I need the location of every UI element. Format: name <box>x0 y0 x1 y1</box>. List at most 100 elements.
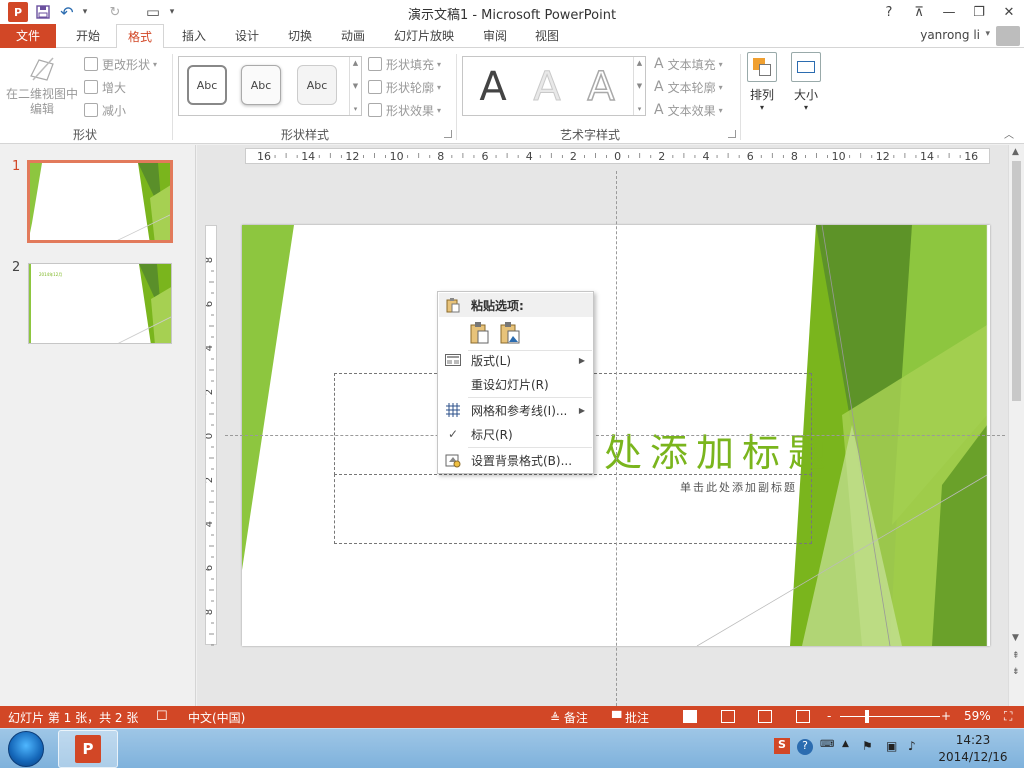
slide-sorter-icon[interactable] <box>721 710 735 723</box>
shape-style-swatch[interactable]: Abc <box>241 65 281 105</box>
normal-view-icon[interactable] <box>683 710 697 723</box>
user-name[interactable]: yanrong li <box>920 28 980 42</box>
zoom-slider-thumb[interactable] <box>865 710 870 723</box>
arrange-button[interactable]: 排列 ▾ <box>742 52 782 112</box>
menu-item-layout[interactable]: 版式(L) ▶ <box>439 348 593 372</box>
tab-review[interactable]: 审阅 <box>471 24 519 48</box>
text-effects-button[interactable]: A 文本效果 ▾ <box>654 100 723 120</box>
slide-editing-area[interactable]: 16 14 12 10 8 6 4 2 0 2 4 6 8 10 12 14 16 8 6 4 2 0 2 4 6 8 处添加标… <box>197 145 1008 706</box>
ribbon-display-options-button[interactable]: ⊼ <box>904 0 934 24</box>
dialog-launcher-icon[interactable] <box>728 130 736 138</box>
zoom-slider[interactable] <box>840 716 940 717</box>
menu-item-grid-and-guides[interactable]: 网格和参考线(I)... ▶ <box>439 398 593 422</box>
chevron-up-icon[interactable]: ▲ <box>353 59 358 67</box>
user-dropdown-icon[interactable]: ▾ <box>985 29 990 39</box>
start-button-icon[interactable] <box>8 731 44 767</box>
edit-in-2d-button[interactable]: 在二维视图中编辑 <box>4 54 80 117</box>
powerpoint-app-icon[interactable]: P <box>8 2 28 22</box>
paste-use-destination-theme-button[interactable] <box>468 320 492 346</box>
shape-effects-button[interactable]: 形状效果 ▾ <box>368 100 441 120</box>
collapse-ribbon-icon[interactable]: ︿ <box>1004 126 1014 141</box>
menu-item-ruler[interactable]: ✓ 标尺(R) <box>439 422 593 446</box>
vertical-scrollbar[interactable]: ▲ ▼ ⇞ ⇟ <box>1008 145 1024 706</box>
restore-button[interactable]: ❐ <box>964 0 994 24</box>
tab-transitions[interactable]: 切换 <box>276 24 324 48</box>
action-center-flag-icon[interactable]: ⚑ <box>862 739 873 753</box>
tab-view[interactable]: 视图 <box>523 24 571 48</box>
scroll-up-icon[interactable]: ▲ <box>1012 147 1019 157</box>
gallery-scroll[interactable]: ▲ ▼ ▾ <box>349 57 361 115</box>
zoom-level[interactable]: 59% <box>964 709 991 723</box>
chevron-down-icon[interactable]: ▼ <box>637 82 642 90</box>
slideshow-icon[interactable] <box>796 710 810 723</box>
zoom-in-button[interactable]: + <box>941 709 951 723</box>
minimize-button[interactable]: — <box>934 0 964 24</box>
text-fill-button[interactable]: A 文本填充 ▾ <box>654 54 723 74</box>
shape-style-swatch[interactable]: Abc <box>187 65 227 105</box>
wordart-style[interactable]: A <box>469 63 517 111</box>
system-clock[interactable]: 14:23 2014/12/16 <box>928 732 1018 766</box>
slide-thumbnail-2[interactable]: 2014年12月 <box>28 263 172 344</box>
save-icon[interactable] <box>32 1 54 23</box>
more-icon[interactable]: ▾ <box>638 105 642 113</box>
shape-styles-gallery[interactable]: Abc Abc Abc ▲ ▼ ▾ <box>178 56 362 116</box>
notes-button[interactable]: ≜ 备注 <box>550 709 588 726</box>
close-button[interactable]: ✕ <box>994 0 1024 24</box>
network-icon[interactable]: ▣ <box>886 739 897 753</box>
shape-outline-button[interactable]: 形状轮廓 ▾ <box>368 77 441 97</box>
slide-thumbnail-1[interactable] <box>27 160 173 243</box>
volume-icon[interactable]: ♪ <box>908 739 916 753</box>
size-button[interactable]: 大小 ▾ <box>786 52 826 112</box>
shape-fill-button[interactable]: 形状填充 ▾ <box>368 54 441 74</box>
avatar[interactable] <box>996 26 1020 46</box>
chevron-down-icon[interactable]: ▼ <box>353 82 358 90</box>
slide-subtitle-text[interactable]: 单击此处添加副标题 <box>680 479 797 495</box>
wordart-style[interactable]: A <box>577 63 625 111</box>
horizontal-ruler[interactable]: 16 14 12 10 8 6 4 2 0 2 4 6 8 10 12 14 16 <box>245 148 990 164</box>
help-button[interactable]: ? <box>874 0 904 24</box>
tab-format[interactable]: 格式 <box>116 24 164 49</box>
taskbar-powerpoint-button[interactable]: P <box>58 730 118 768</box>
slide-title-text[interactable]: 处添加标题 <box>604 422 834 477</box>
scrollbar-thumb[interactable] <box>1012 161 1021 401</box>
fit-slide-icon[interactable]: ⛶ <box>1004 709 1012 724</box>
ime-icon[interactable]: S <box>774 738 790 754</box>
chevron-up-icon[interactable]: ▲ <box>637 59 642 67</box>
horizontal-guide[interactable] <box>225 435 1005 436</box>
tab-slideshow[interactable]: 幻灯片放映 <box>386 24 462 48</box>
paste-as-picture-button[interactable] <box>498 320 522 346</box>
redo-icon[interactable]: ↻ <box>104 1 126 23</box>
scroll-down-icon[interactable]: ▼ <box>1012 633 1019 643</box>
tab-animations[interactable]: 动画 <box>329 24 377 48</box>
help-icon[interactable]: ? <box>797 739 813 755</box>
gallery-scroll[interactable]: ▲ ▼ ▾ <box>633 57 645 115</box>
undo-icon[interactable]: ↶ <box>56 1 78 23</box>
undo-dropdown-icon[interactable]: ▾ <box>80 1 90 23</box>
language-status[interactable]: 中文(中国) <box>188 709 245 726</box>
wordart-style[interactable]: A <box>523 63 571 111</box>
tab-home[interactable]: 开始 <box>64 24 112 48</box>
shape-style-swatch[interactable]: Abc <box>297 65 337 105</box>
tab-file[interactable]: 文件 <box>0 24 56 48</box>
wordart-gallery[interactable]: A A A ▲ ▼ ▾ <box>462 56 646 116</box>
previous-slide-icon[interactable]: ⇞ <box>1012 651 1020 661</box>
tab-insert[interactable]: 插入 <box>170 24 218 48</box>
show-hidden-icons-icon[interactable]: ▲ <box>842 739 849 749</box>
start-presentation-icon[interactable]: ▭ <box>142 1 164 23</box>
comments-button[interactable]: ▀ 批注 <box>612 709 649 726</box>
next-slide-icon[interactable]: ⇟ <box>1012 667 1020 677</box>
smaller-button[interactable]: 减小 <box>84 100 126 120</box>
larger-button[interactable]: 增大 <box>84 77 126 97</box>
tab-design[interactable]: 设计 <box>223 24 271 48</box>
reading-view-icon[interactable] <box>758 710 772 723</box>
customize-qat-icon[interactable]: ▾ <box>166 1 178 23</box>
more-icon[interactable]: ▾ <box>354 105 358 113</box>
dialog-launcher-icon[interactable] <box>444 130 452 138</box>
menu-item-format-background[interactable]: 设置背景格式(B)... <box>439 448 593 472</box>
zoom-out-button[interactable]: - <box>827 709 831 723</box>
vertical-guide[interactable] <box>616 171 617 706</box>
change-shape-button[interactable]: 更改形状 ▾ <box>84 54 157 74</box>
vertical-ruler[interactable]: 8 6 4 2 0 2 4 6 8 <box>204 225 217 646</box>
text-outline-button[interactable]: A 文本轮廓 ▾ <box>654 77 723 97</box>
menu-item-reset-slide[interactable]: 重设幻灯片(R) <box>439 372 593 396</box>
